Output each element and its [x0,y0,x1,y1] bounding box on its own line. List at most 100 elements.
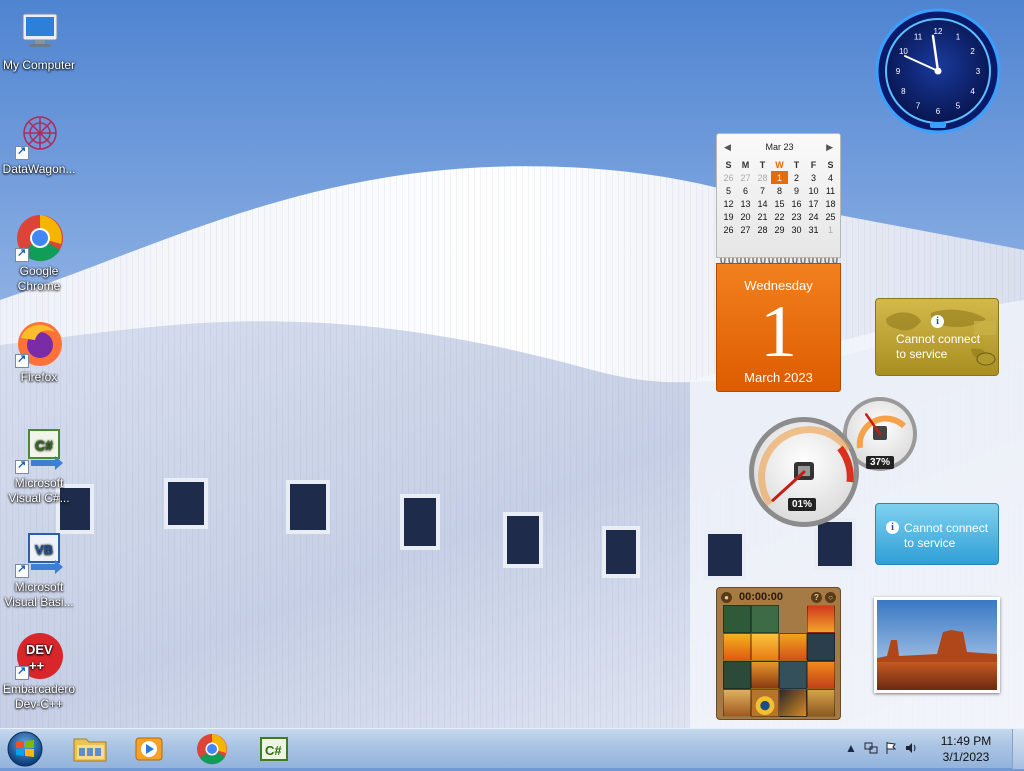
start-button[interactable] [4,730,46,768]
desktop-icon-devcpp[interactable]: DEV ++ Embarcadero Dev-C++ [0,632,78,712]
calendar-day-cell[interactable]: 26 [720,223,737,236]
calendar-day-cell[interactable]: 27 [737,171,754,184]
clock-numeral: 5 [956,102,961,111]
desktop-icon-visual-basic[interactable]: VB Microsoft Visual Basi... [0,530,78,610]
show-desktop-button[interactable] [1012,729,1024,769]
taskbar-media-player-button[interactable] [124,731,176,766]
devcpp-icon: DEV ++ [15,632,63,680]
svg-text:DEV: DEV [26,642,53,657]
puzzle-tile[interactable] [807,661,835,689]
calendar-day-cell[interactable]: 29 [771,223,788,236]
shortcut-arrow-icon [15,458,29,474]
calendar-gadget[interactable]: ◀ Mar 23 ▶ S M T W T F S 26 27 28 1 2 3 4 5 6 7 8 9 10 11 12 1… [716,133,841,392]
puzzle-pause-icon[interactable]: ● [721,592,732,603]
clock-numeral: 7 [916,102,921,111]
puzzle-tile[interactable] [751,689,779,717]
calendar-day-cell[interactable]: 7 [754,184,771,197]
calendar-day-cell[interactable]: 9 [788,184,805,197]
calendar-day-cell[interactable]: 16 [788,197,805,210]
calendar-day-cell[interactable]: 3 [805,171,822,184]
calendar-day-cell[interactable]: 28 [754,171,771,184]
puzzle-tile[interactable] [779,633,807,661]
calendar-day-cell[interactable]: 5 [720,184,737,197]
calendar-day-cell[interactable]: 6 [737,184,754,197]
desktop-icon-firefox[interactable]: Firefox [0,320,78,385]
puzzle-tile[interactable] [779,689,807,717]
calendar-today-cell[interactable]: 1 [771,171,788,184]
clock-numeral: 2 [970,47,975,56]
calendar-day-cell[interactable]: 26 [720,171,737,184]
puzzle-tile[interactable] [807,605,835,633]
puzzle-tile[interactable] [751,605,779,633]
calendar-day-cell[interactable]: 24 [805,210,822,223]
desktop-icon-google-chrome[interactable]: Google Chrome [0,214,78,294]
calendar-day-cell[interactable]: 23 [788,210,805,223]
taskbar-explorer-button[interactable] [64,731,116,766]
calendar-day-cell[interactable]: 22 [771,210,788,223]
desktop-icon-label: Microsoft Visual C#... [8,476,70,505]
puzzle-tile[interactable] [751,633,779,661]
weather-gadget[interactable]: i Cannot connect to service [875,298,999,376]
taskbar-chrome-button[interactable] [186,731,238,766]
computer-icon [15,8,63,56]
calendar-day-cell[interactable]: 17 [805,197,822,210]
volume-icon[interactable] [904,741,918,755]
puzzle-toolbar: ● 00:00:00 ? ○ [721,590,837,604]
calendar-day-cell[interactable]: 13 [737,197,754,210]
calendar-day-cell[interactable]: 19 [720,210,737,223]
calendar-month-year: March 2023 [744,370,813,385]
desktop-icon-datawagon[interactable]: DataWagon... [0,112,78,177]
slideshow-gadget[interactable] [874,597,1000,693]
calendar-weekday-header: S [725,159,732,170]
puzzle-tile[interactable] [807,633,835,661]
taskbar-clock[interactable]: 11:49 PM 3/1/2023 [936,733,996,765]
puzzle-picture-icon[interactable]: ○ [825,592,836,603]
calendar-day-cell[interactable]: 2 [788,171,805,184]
calendar-day-cell[interactable]: 15 [771,197,788,210]
calendar-day-cell[interactable]: 21 [754,210,771,223]
calendar-weekday-header: F [810,159,817,170]
explorer-icon [73,738,107,762]
puzzle-tile[interactable] [807,689,835,717]
puzzle-tile[interactable] [723,633,751,661]
puzzle-tile[interactable] [779,661,807,689]
desktop-icon-my-computer[interactable]: My Computer [0,8,78,73]
next-month-icon[interactable]: ▶ [826,142,833,153]
puzzle-tile[interactable] [751,661,779,689]
desktop-icon-visual-csharp[interactable]: C# Microsoft Visual C#... [0,426,78,506]
desktop-icon-label: Embarcadero Dev-C++ [2,682,76,711]
shortcut-arrow-icon [15,664,29,680]
calendar-day-cell[interactable]: 20 [737,210,754,223]
puzzle-tile[interactable] [723,689,751,717]
calendar-day-cell[interactable]: 30 [788,223,805,236]
calendar-day-cell[interactable]: 1 [822,223,839,236]
calendar-day-cell[interactable]: 8 [771,184,788,197]
calendar-day-cell[interactable]: 11 [822,184,839,197]
desktop-icon-label: Firefox [20,370,58,384]
visual-basic-icon: VB [15,530,63,578]
calendar-day-cell[interactable]: 12 [720,197,737,210]
action-center-flag-icon[interactable] [884,741,898,755]
visual-csharp-icon: C# [15,426,63,474]
taskbar-visual-csharp-button[interactable]: C# [248,731,300,766]
calendar-day-cell[interactable]: 27 [737,223,754,236]
puzzle-tile[interactable] [723,605,751,633]
puzzle-tile[interactable] [723,661,751,689]
info-icon: i [931,315,944,328]
calendar-day-cell[interactable]: 10 [805,184,822,197]
puzzle-help-icon[interactable]: ? [811,592,822,603]
network-icon[interactable] [864,741,878,755]
clock-numeral: 8 [901,87,906,96]
calendar-day-cell[interactable]: 25 [822,210,839,223]
calendar-day-cell[interactable]: 18 [822,197,839,210]
calendar-day-cell[interactable]: 28 [754,223,771,236]
clock-gadget[interactable]: 12 1 2 3 4 5 6 7 8 9 10 11 [875,8,1001,134]
shortcut-arrow-icon [15,562,29,578]
calendar-day-cell[interactable]: 14 [754,197,771,210]
picture-puzzle-gadget[interactable]: ● 00:00:00 ? ○ [716,587,841,720]
clock-numeral: 9 [896,67,901,76]
show-hidden-icons-icon[interactable]: ▲ [844,741,858,755]
calendar-day-cell[interactable]: 4 [822,171,839,184]
feed-headlines-gadget[interactable]: i Cannot connect to service [875,503,999,565]
calendar-day-cell[interactable]: 31 [805,223,822,236]
